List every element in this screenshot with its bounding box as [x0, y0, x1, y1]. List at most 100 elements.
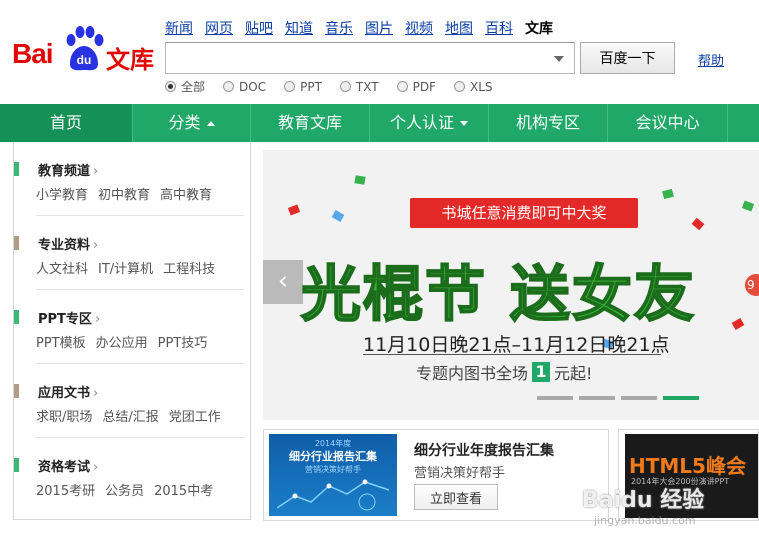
- category-link[interactable]: 人文社科: [36, 258, 88, 277]
- topnav-link[interactable]: 贴吧: [245, 18, 273, 38]
- chevron-right-icon: ›: [93, 238, 99, 253]
- search-button[interactable]: 百度一下: [580, 42, 675, 74]
- filter-radio-all[interactable]: 全部: [165, 78, 205, 95]
- side-badge[interactable]: 9: [745, 274, 759, 296]
- confetti: [354, 175, 366, 185]
- category-ppt: PPT专区 › PPT模板 办公应用 PPT技巧: [14, 290, 250, 364]
- main-navigation: 首页 分类 教育文库 个人认证 机构专区 会议中心 无: [0, 104, 759, 142]
- caret-up-icon: [206, 121, 215, 126]
- top-navigation: 新闻 网页 贴吧 知道 音乐 图片 视频 地图 百科 文库: [165, 18, 553, 38]
- watermark-url: jingyan.baidu.com: [594, 514, 696, 527]
- filter-radio-xls[interactable]: XLS: [453, 78, 493, 95]
- carousel-dot[interactable]: [537, 396, 573, 400]
- radio-icon: [396, 81, 408, 92]
- category-title[interactable]: 专业资料 ›: [38, 234, 98, 253]
- category-links: 2015考研 公务员 2015中考: [36, 480, 213, 499]
- chevron-right-icon: ›: [93, 460, 99, 475]
- nav-category[interactable]: 分类: [133, 104, 251, 142]
- filter-radio-txt[interactable]: TXT: [339, 78, 379, 95]
- paw-logo-icon: du: [66, 26, 104, 71]
- category-sidebar: 教育频道 › 小学教育 初中教育 高中教育 专业资料 › 人文社科 IT/计算机 工…: [13, 142, 251, 520]
- topnav-link[interactable]: 图片: [365, 18, 393, 38]
- help-link[interactable]: 帮助: [698, 50, 724, 69]
- page-header: Bai du 文库 新闻 网页 贴吧 知道 音乐 图片 视频 地图 百科 文库 …: [0, 0, 759, 104]
- report-thumbnail[interactable]: 2014年度 细分行业报告汇集 营销决策好帮手: [269, 434, 397, 516]
- topnav-link[interactable]: 音乐: [325, 18, 353, 38]
- promo-banner[interactable]: ‹ 书城任意消费即可中大奖 光棍节 送女友 11月10日晚21点–11月12日晚…: [263, 150, 759, 420]
- carousel-dot[interactable]: [579, 396, 615, 400]
- banner-promo: 专题内图书全场 1 元起!: [416, 362, 593, 383]
- nav-certification[interactable]: 个人认证: [370, 104, 489, 142]
- radio-icon: [284, 81, 296, 92]
- category-link[interactable]: 工程科技: [163, 258, 215, 277]
- category-link[interactable]: 公务员: [105, 480, 144, 499]
- filter-radio-pdf[interactable]: PDF: [396, 78, 436, 95]
- nav-institution[interactable]: 机构专区: [489, 104, 608, 142]
- category-documents: 应用文书 › 求职/职场 总结/汇报 党团工作: [14, 364, 250, 438]
- chevron-right-icon: ›: [94, 312, 101, 327]
- category-link[interactable]: PPT技巧: [158, 332, 208, 351]
- category-exams: 资格考试 › 2015考研 公务员 2015中考: [14, 438, 250, 512]
- category-title[interactable]: 应用文书 ›: [38, 382, 98, 401]
- chevron-right-icon: ›: [93, 164, 99, 179]
- category-link[interactable]: 2015考研: [36, 480, 95, 499]
- radio-icon: [165, 81, 176, 92]
- topnav-link[interactable]: 百科: [485, 18, 513, 38]
- card-title[interactable]: 细分行业年度报告汇集: [414, 440, 554, 460]
- filter-radio-ppt[interactable]: PPT: [284, 78, 322, 95]
- baidu-wenku-logo[interactable]: Bai du 文库: [12, 26, 154, 74]
- dropdown-caret-icon[interactable]: [554, 56, 564, 62]
- radio-icon: [453, 81, 465, 92]
- report-card: 2014年度 细分行业报告汇集 营销决策好帮手 细分行业年度报告汇集 营销决策好…: [263, 429, 609, 521]
- topnav-link[interactable]: 地图: [445, 18, 473, 38]
- carousel-indicators: [537, 396, 699, 400]
- category-marker: [14, 162, 19, 176]
- logo-bai-text: Bai: [12, 38, 54, 69]
- topnav-link[interactable]: 知道: [285, 18, 313, 38]
- confetti: [691, 217, 705, 231]
- confetti: [287, 204, 301, 216]
- topnav-link[interactable]: 网页: [205, 18, 233, 38]
- category-title[interactable]: 资格考试 ›: [38, 456, 98, 475]
- nav-conference[interactable]: 会议中心: [608, 104, 728, 142]
- banner-headline: 光棍节 送女友: [300, 259, 696, 331]
- view-now-button[interactable]: 立即查看: [414, 484, 498, 510]
- category-link[interactable]: 办公应用: [96, 332, 148, 351]
- filter-radio-doc[interactable]: DOC: [223, 78, 266, 95]
- category-education: 教育频道 › 小学教育 初中教育 高中教育: [14, 142, 250, 216]
- nav-home[interactable]: 首页: [0, 104, 133, 142]
- carousel-dot-active[interactable]: [663, 396, 699, 400]
- category-link[interactable]: 初中教育: [98, 184, 150, 203]
- category-professional: 专业资料 › 人文社科 IT/计算机 工程科技: [14, 216, 250, 290]
- carousel-dot[interactable]: [621, 396, 657, 400]
- card-subtitle: 营销决策好帮手: [414, 466, 506, 481]
- search-input[interactable]: [166, 43, 546, 73]
- category-link[interactable]: IT/计算机: [98, 258, 153, 277]
- banner-dates: 11月10日晚21点–11月12日晚21点: [363, 334, 670, 356]
- category-link[interactable]: 小学教育: [36, 184, 88, 203]
- banner-ribbon: 书城任意消费即可中大奖: [394, 198, 654, 230]
- category-link[interactable]: 求职/职场: [36, 406, 92, 425]
- category-marker: [14, 236, 19, 250]
- topnav-link[interactable]: 视频: [405, 18, 433, 38]
- nav-education[interactable]: 教育文库: [251, 104, 370, 142]
- watermark: Baidu 经验: [582, 488, 705, 513]
- category-link[interactable]: 高中教育: [160, 184, 212, 203]
- radio-icon: [223, 81, 235, 92]
- nav-overflow[interactable]: 无: [728, 104, 740, 142]
- banner-prev-arrow-icon[interactable]: ‹: [263, 260, 303, 304]
- category-marker: [14, 458, 19, 472]
- category-title[interactable]: PPT专区 ›: [38, 308, 100, 327]
- confetti: [331, 210, 345, 222]
- confetti: [741, 200, 755, 212]
- category-link[interactable]: 党团工作: [169, 406, 221, 425]
- category-link[interactable]: PPT模板: [36, 332, 86, 351]
- category-link[interactable]: 2015中考: [154, 480, 213, 499]
- divider: [363, 354, 661, 355]
- svg-text:du: du: [77, 53, 92, 67]
- category-link[interactable]: 总结/汇报: [102, 406, 158, 425]
- category-title[interactable]: 教育频道 ›: [38, 160, 98, 179]
- topnav-link[interactable]: 新闻: [165, 18, 193, 38]
- chart-graphic-icon: [277, 479, 389, 511]
- category-marker: [14, 384, 19, 398]
